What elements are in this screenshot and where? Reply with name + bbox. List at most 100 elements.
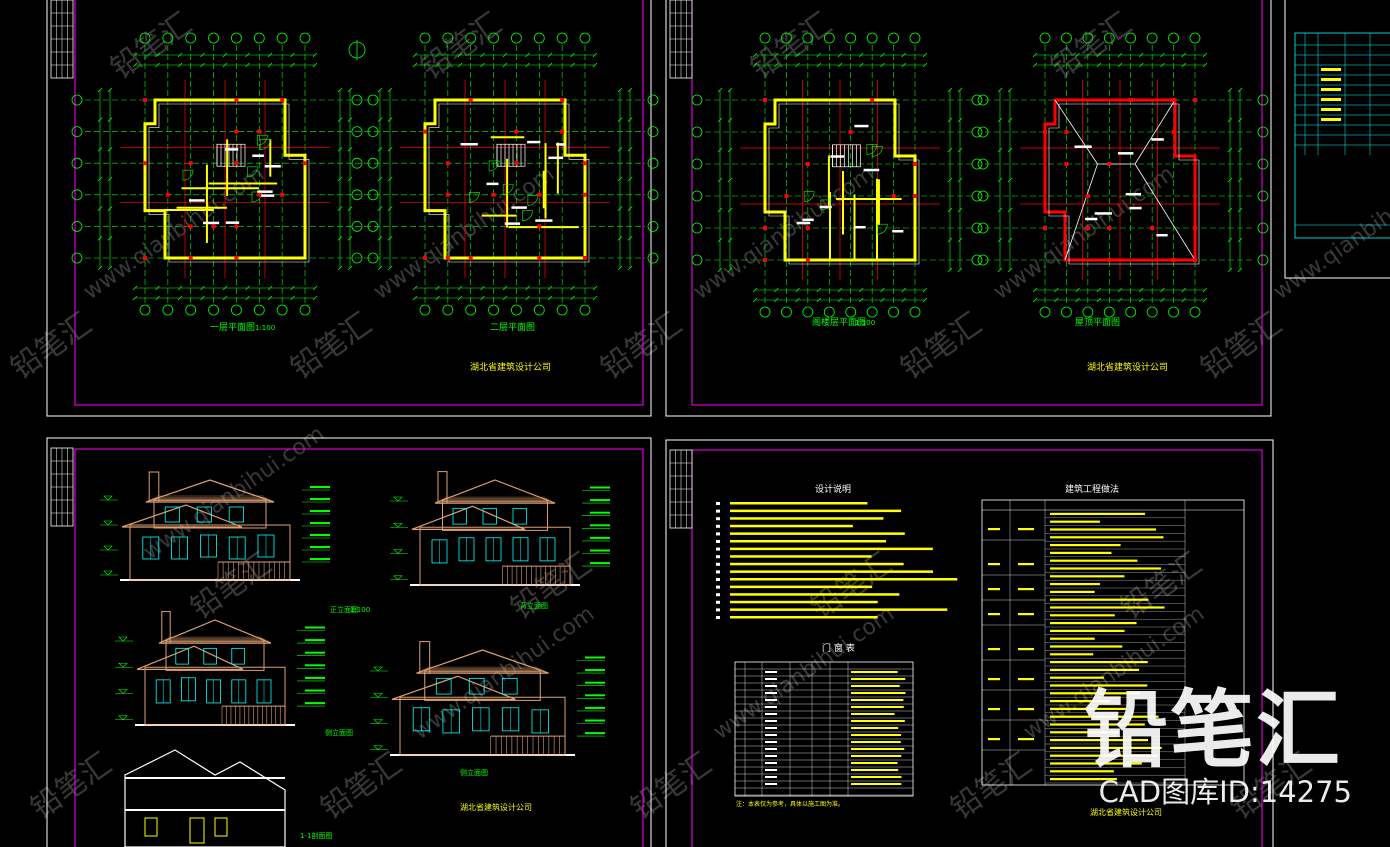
column [537,256,542,260]
door-table-cell [851,769,899,771]
note-text [730,517,884,520]
watermark-tile: 铅笔汇 [1045,6,1139,86]
section-door [189,817,205,844]
axis-bubble [1257,94,1269,106]
door-table-cell [851,720,905,722]
column [784,194,789,198]
caption-scale: 1:100 [855,319,875,327]
axis-bubble [71,220,83,232]
section-window [144,817,158,837]
annotation-text [590,524,610,527]
annotation-text [310,498,330,500]
door-table-cell [851,748,905,750]
axis-bubble [1257,254,1269,266]
axis-bubble [647,157,659,169]
axis-bubble [1257,158,1269,170]
column [143,161,147,166]
door-table-cell [851,692,906,694]
caption-side-a: 侧立面图 [325,728,353,737]
watermark-tile: 铅笔汇 [945,746,1039,826]
note-number [716,616,720,619]
axis-bubble [185,304,197,316]
room-label [796,221,811,225]
company-name: 湖北省建筑设计公司 [1087,361,1168,373]
axis-bubble [71,157,83,169]
watermark-tile: 铅笔汇 [315,746,409,826]
section-outline [124,749,286,847]
note-text [730,555,872,558]
door-table-cell [765,741,777,743]
axis-bubble [691,126,703,138]
column [468,98,473,102]
column [280,192,285,197]
axis-bubble [465,304,477,316]
window [512,507,527,525]
note-text [730,509,902,513]
note-text [730,540,887,543]
axis-bubble [781,306,792,318]
method-table-cell [988,528,1000,531]
axis-bubble [909,306,921,318]
roof-gable [136,645,244,670]
note-number [716,593,720,597]
room-label [1117,152,1134,155]
annotation-text [585,732,605,735]
axis-bubble [71,94,83,106]
method-table-cell [1050,520,1100,523]
note-text [730,593,900,596]
window [231,647,245,665]
door-table-cell [851,776,902,778]
level-symbol [103,520,113,526]
column [234,161,239,166]
column [1171,258,1176,262]
door-table-cell [851,727,899,729]
door-table-cell [765,692,777,694]
axis-bubble [1257,222,1269,234]
watermark-tile: 铅笔汇 [25,746,119,826]
door-table-cell [851,734,902,736]
method-table-cell [1050,528,1157,531]
table-footnote: 注：本表仅为参考，具体以施工图为准。 [736,800,844,808]
note-number [716,562,720,566]
column [468,256,473,260]
annotation-text [585,656,605,659]
axis-bubble [971,222,983,234]
axis-bubble [231,304,242,316]
method-table-cell [1050,629,1125,632]
method-table-cell [1050,536,1164,539]
room-label [188,199,205,202]
index-text [1321,118,1341,121]
note-text [730,532,905,535]
axis-bubble [845,32,857,44]
level-symbol [373,745,383,751]
axis-bubble [691,158,703,170]
column [763,98,767,102]
watermark-url: www.qianbihui.com [1269,161,1390,305]
method-table-cell [1050,661,1148,664]
annotation-text [585,719,605,722]
section-1-1: 1-1剖面图 [124,749,332,847]
method-table-cell [1018,708,1034,711]
room-label [1125,192,1142,196]
method-table-cell [988,678,1000,681]
method-table-cell [988,738,1000,741]
level-symbol [393,575,403,581]
door-table-cell [765,699,777,701]
door-swing [182,169,194,181]
axis-bubble [533,32,545,44]
room-label [1156,233,1168,237]
column [805,258,810,262]
column [891,194,896,198]
annotation-text [310,558,330,560]
axis-bubble [419,304,431,316]
company-name: 湖北省建筑设计公司 [470,361,551,373]
caption-scale: 1:100 [350,606,370,614]
door-table-cell [851,671,898,673]
note-number [716,524,720,528]
level-symbol [393,496,403,502]
door-table-cell [765,762,777,764]
axis-bubble [253,32,265,44]
column [1150,226,1155,230]
axis-bubble [691,94,703,106]
door-table-cell [851,713,895,715]
